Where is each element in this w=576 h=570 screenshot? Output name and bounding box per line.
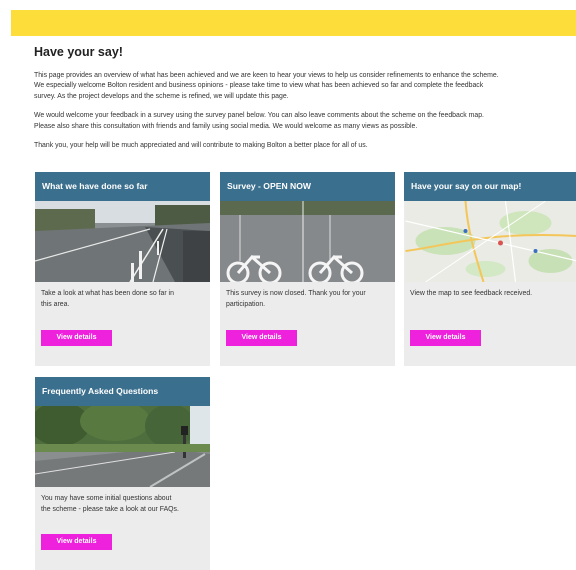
intro-p1-line3: survey. As the project develops and the …	[34, 92, 289, 100]
card-survey: Survey - OPEN NOW This survey is now clo…	[220, 172, 395, 366]
card-description: Take a look at what has been done so far…	[41, 290, 174, 308]
cycle-lane-photo[interactable]	[220, 201, 395, 282]
intro-p1-line2: We especially welcome Bolton resident an…	[34, 82, 484, 90]
intro-text: This page provides an overview of what h…	[34, 71, 576, 151]
tree-lined-road-photo[interactable]	[35, 406, 210, 487]
card-description: You may have some initial questions abou…	[41, 495, 179, 513]
view-details-button[interactable]: View details	[226, 330, 297, 346]
card-what-we-have-done: What we have done so far Take a look at …	[35, 172, 210, 366]
card-title[interactable]: What we have done so far	[35, 172, 210, 201]
card-faq: Frequently Asked Questions You may have …	[35, 377, 210, 570]
intro-p2-line1: We would welcome your feedback in a surv…	[34, 112, 484, 120]
card-description: View the map to see feedback received.	[410, 290, 533, 297]
view-details-button[interactable]: View details	[41, 330, 112, 346]
card-title[interactable]: Frequently Asked Questions	[35, 377, 210, 406]
page-title: Have your say!	[34, 45, 123, 59]
intro-p1-line1: This page provides an overview of what h…	[34, 72, 499, 79]
card-title[interactable]: Have your say on our map!	[404, 172, 576, 201]
view-details-button[interactable]: View details	[410, 330, 481, 346]
card-title[interactable]: Survey - OPEN NOW	[220, 172, 395, 201]
view-details-button[interactable]: View details	[41, 534, 112, 550]
intro-p2-line2: Please also share this consultation with…	[34, 122, 418, 130]
intro-p3-line1: Thank you, your help will be much apprec…	[34, 142, 368, 150]
wet-road-photo[interactable]	[35, 201, 210, 282]
map-thumbnail[interactable]	[404, 201, 576, 282]
card-description: This survey is now closed. Thank you for…	[226, 290, 366, 308]
card-map: Have your say on our map! View the map t…	[404, 172, 576, 366]
main-content: Have your say! This page provides an ove…	[34, 44, 576, 151]
top-banner	[11, 10, 576, 36]
